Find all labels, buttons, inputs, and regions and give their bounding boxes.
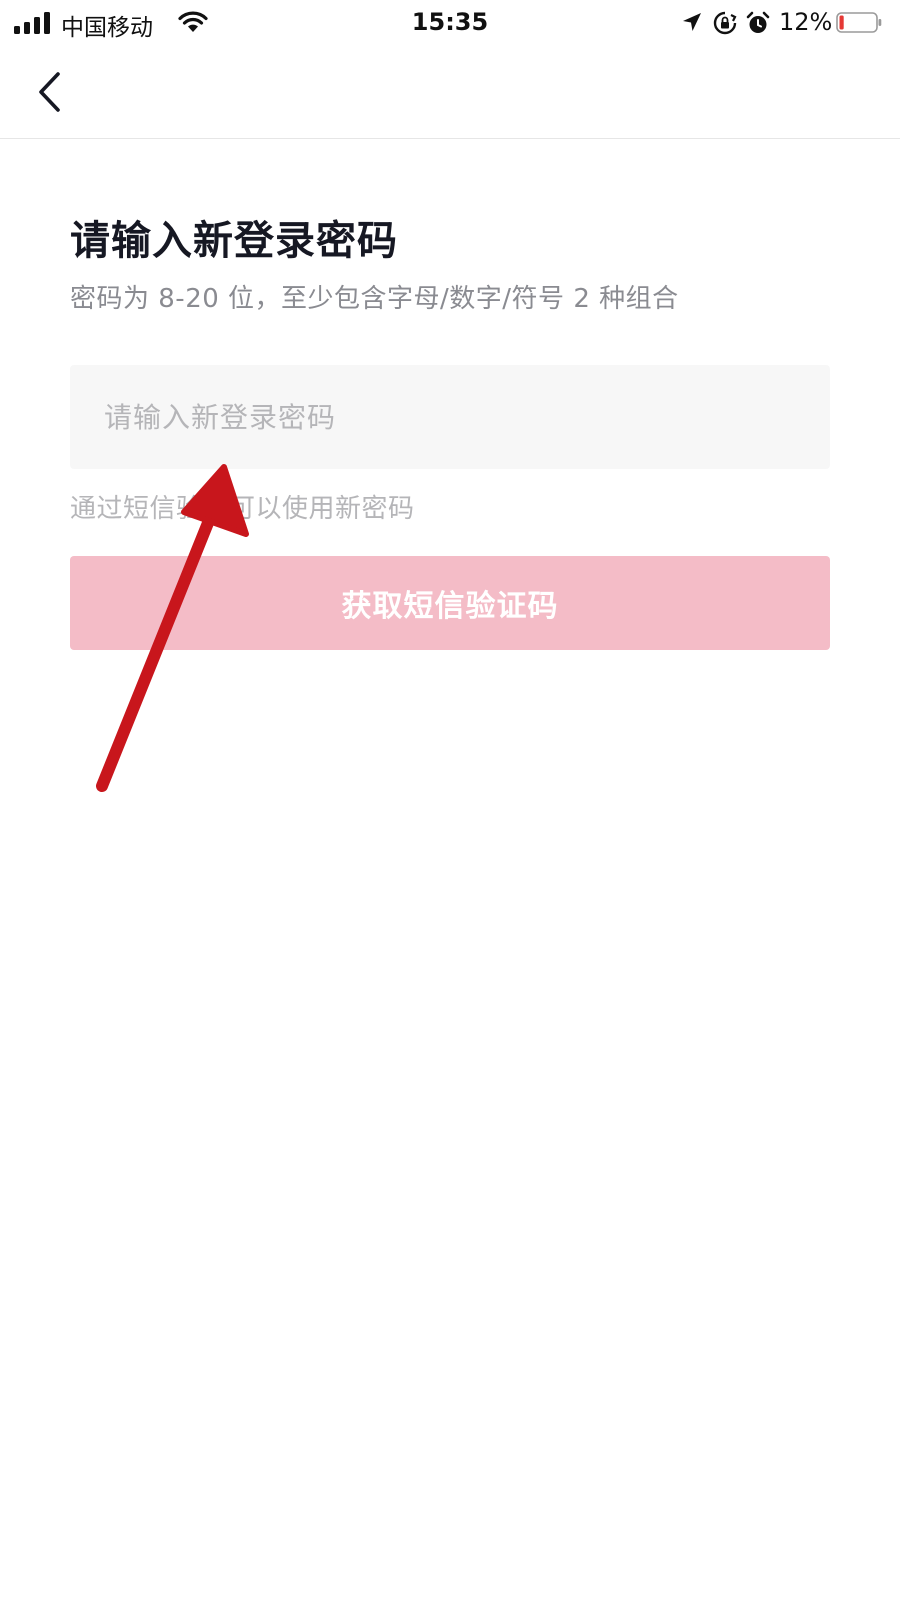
battery-percentage: 12% bbox=[779, 8, 833, 36]
orientation-lock-icon bbox=[713, 11, 737, 35]
alarm-icon bbox=[746, 11, 770, 33]
back-button[interactable] bbox=[28, 68, 72, 116]
password-rules-text: 密码为 8-20 位，至少包含字母/数字/符号 2 种组合 bbox=[70, 284, 679, 314]
navigation-bar bbox=[0, 46, 900, 139]
password-field-container[interactable] bbox=[70, 365, 830, 469]
status-bar: 中国移动 15:35 12% bbox=[0, 0, 900, 46]
sms-verification-hint: 通过短信验证可以使用新密码 bbox=[70, 494, 415, 524]
get-sms-code-button[interactable]: 获取短信验证码 bbox=[70, 556, 830, 650]
battery-icon bbox=[836, 12, 882, 33]
new-password-input[interactable] bbox=[104, 365, 796, 469]
page-title: 请输入新登录密码 bbox=[70, 218, 398, 264]
location-icon bbox=[683, 13, 701, 31]
